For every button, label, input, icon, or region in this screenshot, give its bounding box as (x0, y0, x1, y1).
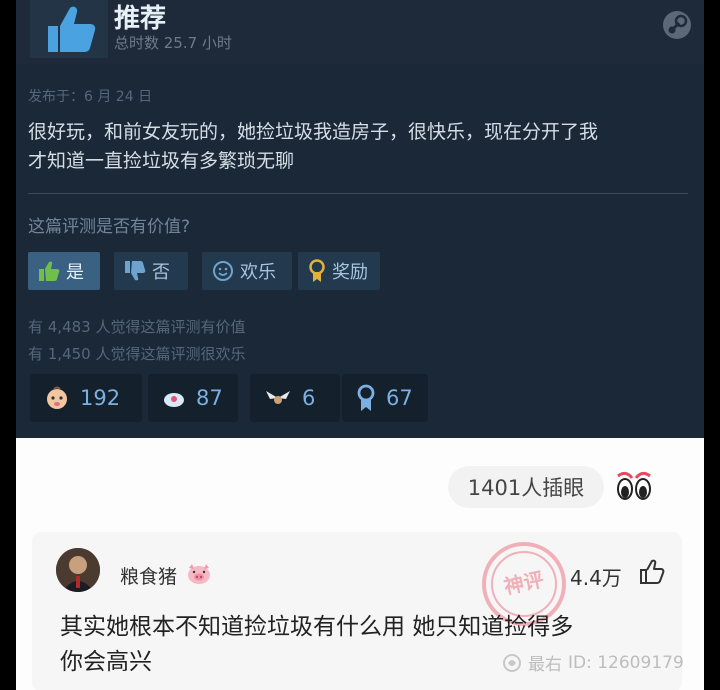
like-hand-icon[interactable] (638, 558, 666, 586)
blob-award-icon (164, 393, 184, 407)
recommend-thumb-box (30, 0, 108, 58)
baby-face-award-icon (47, 386, 67, 409)
playtime: 总时数 25.7 小时 (114, 34, 232, 52)
divider (28, 193, 688, 194)
vote-no-label: 否 (152, 262, 170, 283)
steam-logo-icon (663, 11, 691, 39)
award-count-2: 87 (196, 386, 223, 410)
funny-count: 有 1,450 人觉得这篇评测很欢乐 (28, 345, 246, 363)
avatar[interactable] (56, 548, 100, 592)
pig-emoji-icon (188, 564, 210, 584)
award-ribbon-icon (357, 384, 375, 411)
comment-area: 1401人插眼 粮食猪 4.4万 神评 其实她根本不知道捡垃圾有什么用 她只知道… (16, 438, 704, 690)
vote-no-button[interactable]: 否 (114, 252, 188, 290)
award-button[interactable]: 奖励 (298, 252, 380, 290)
vote-yes-label: 是 (66, 262, 84, 283)
thumbs-down-icon (125, 261, 146, 281)
watermark-name: 最右 (528, 655, 562, 675)
award-chip-2[interactable]: 87 (148, 374, 238, 422)
watermark: 最右 ID: 12609179 (502, 650, 684, 675)
stamp-text: 神评 (502, 567, 546, 599)
review-header: 推荐 总时数 25.7 小时 (16, 0, 704, 64)
comment-line-1: 其实她根本不知道捡垃圾有什么用 她只知道捡得多 (60, 614, 574, 640)
review-line-2: 才知道一直捡垃圾有多繁琐无聊 (28, 150, 295, 172)
review-body: 很好玩，和前女友玩的，她捡垃圾我造房子，很快乐，现在分开了我 才知道一直捡垃圾有… (28, 118, 698, 176)
vote-yes-button[interactable]: 是 (28, 252, 100, 290)
helpful-count: 有 4,483 人觉得这篇评测有价值 (28, 318, 246, 336)
vote-funny-label: 欢乐 (240, 262, 276, 283)
award-count-3: 6 (302, 386, 316, 410)
comment-username[interactable]: 粮食猪 (120, 562, 177, 589)
recommendation-title: 推荐 (114, 4, 167, 34)
helpful-question: 这篇评测是否有价值? (28, 217, 191, 237)
thumbs-up-icon (39, 261, 60, 281)
app-logo-icon (503, 653, 521, 672)
award-label: 奖励 (332, 262, 368, 283)
avatar-image (56, 548, 100, 592)
award-ribbon-icon (309, 259, 325, 282)
award-chip-4[interactable]: 67 (342, 374, 428, 422)
award-count-4: 67 (386, 386, 413, 410)
eyes-emoji-icon (617, 471, 651, 500)
steam-review-card: 推荐 总时数 25.7 小时 发布于：6 月 24 日 很好玩，和前女友玩的，她… (16, 0, 704, 438)
posted-date: 发布于：6 月 24 日 (28, 89, 153, 105)
comment-like-count: 4.4万 (570, 566, 622, 590)
award-chip-1[interactable]: 192 (30, 374, 142, 422)
smiley-icon (213, 261, 233, 281)
watch-count-pill[interactable]: 1401人插眼 (448, 466, 604, 508)
watermark-id: ID: 12609179 (568, 652, 684, 673)
review-line-1: 很好玩，和前女友玩的，她捡垃圾我造房子，很快乐，现在分开了我 (28, 121, 599, 143)
thumbs-up-icon (48, 6, 96, 52)
wings-award-icon (266, 391, 290, 404)
vote-funny-button[interactable]: 欢乐 (202, 252, 292, 290)
award-chip-3[interactable]: 6 (250, 374, 340, 422)
award-count-1: 192 (80, 386, 121, 410)
